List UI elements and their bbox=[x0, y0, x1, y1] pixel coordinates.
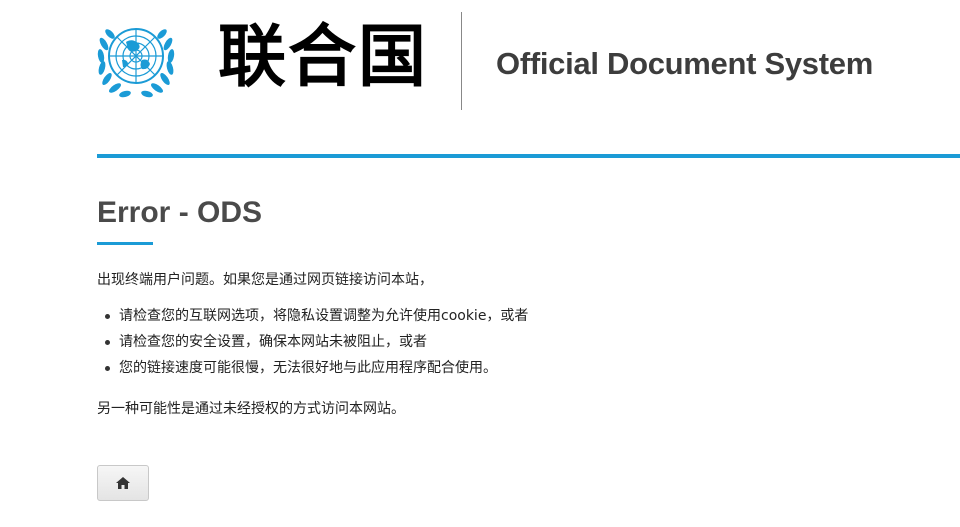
bullet-icon bbox=[105, 314, 110, 319]
error-reasons-list: 请检查您的互联网选项，将隐私设置调整为允许使用cookie，或者 请检查您的安全… bbox=[97, 306, 528, 384]
site-title: Official Document System bbox=[496, 46, 873, 81]
bullet-icon bbox=[105, 366, 110, 371]
list-item: 请检查您的互联网选项，将隐私设置调整为允许使用cookie，或者 bbox=[97, 306, 528, 332]
header-divider bbox=[461, 12, 462, 110]
home-icon bbox=[116, 477, 130, 489]
header-rule bbox=[97, 154, 960, 158]
error-intro-text: 出现终端用户问题。如果您是通过网页链接访问本站， bbox=[97, 272, 433, 288]
un-emblem-icon[interactable] bbox=[96, 14, 176, 102]
list-item: 请检查您的安全设置，确保本网站未被阻止，或者 bbox=[97, 332, 528, 358]
list-item-text: 请检查您的安全设置，确保本网站未被阻止，或者 bbox=[119, 334, 427, 350]
list-item-text: 您的链接速度可能很慢，无法很好地与此应用程序配合使用。 bbox=[119, 360, 497, 376]
title-underline bbox=[97, 242, 153, 245]
bullet-icon bbox=[105, 340, 110, 345]
list-item: 您的链接速度可能很慢，无法很好地与此应用程序配合使用。 bbox=[97, 358, 528, 384]
site-header: 联合国 Official Document System bbox=[0, 0, 960, 120]
home-button[interactable] bbox=[97, 465, 149, 501]
alternative-cause-text: 另一种可能性是通过未经授权的方式访问本网站。 bbox=[97, 401, 405, 417]
list-item-text: 请检查您的互联网选项，将隐私设置调整为允许使用cookie，或者 bbox=[119, 308, 529, 324]
page-title: Error - ODS bbox=[97, 196, 263, 229]
un-logo-text: 联合国 bbox=[218, 18, 429, 97]
